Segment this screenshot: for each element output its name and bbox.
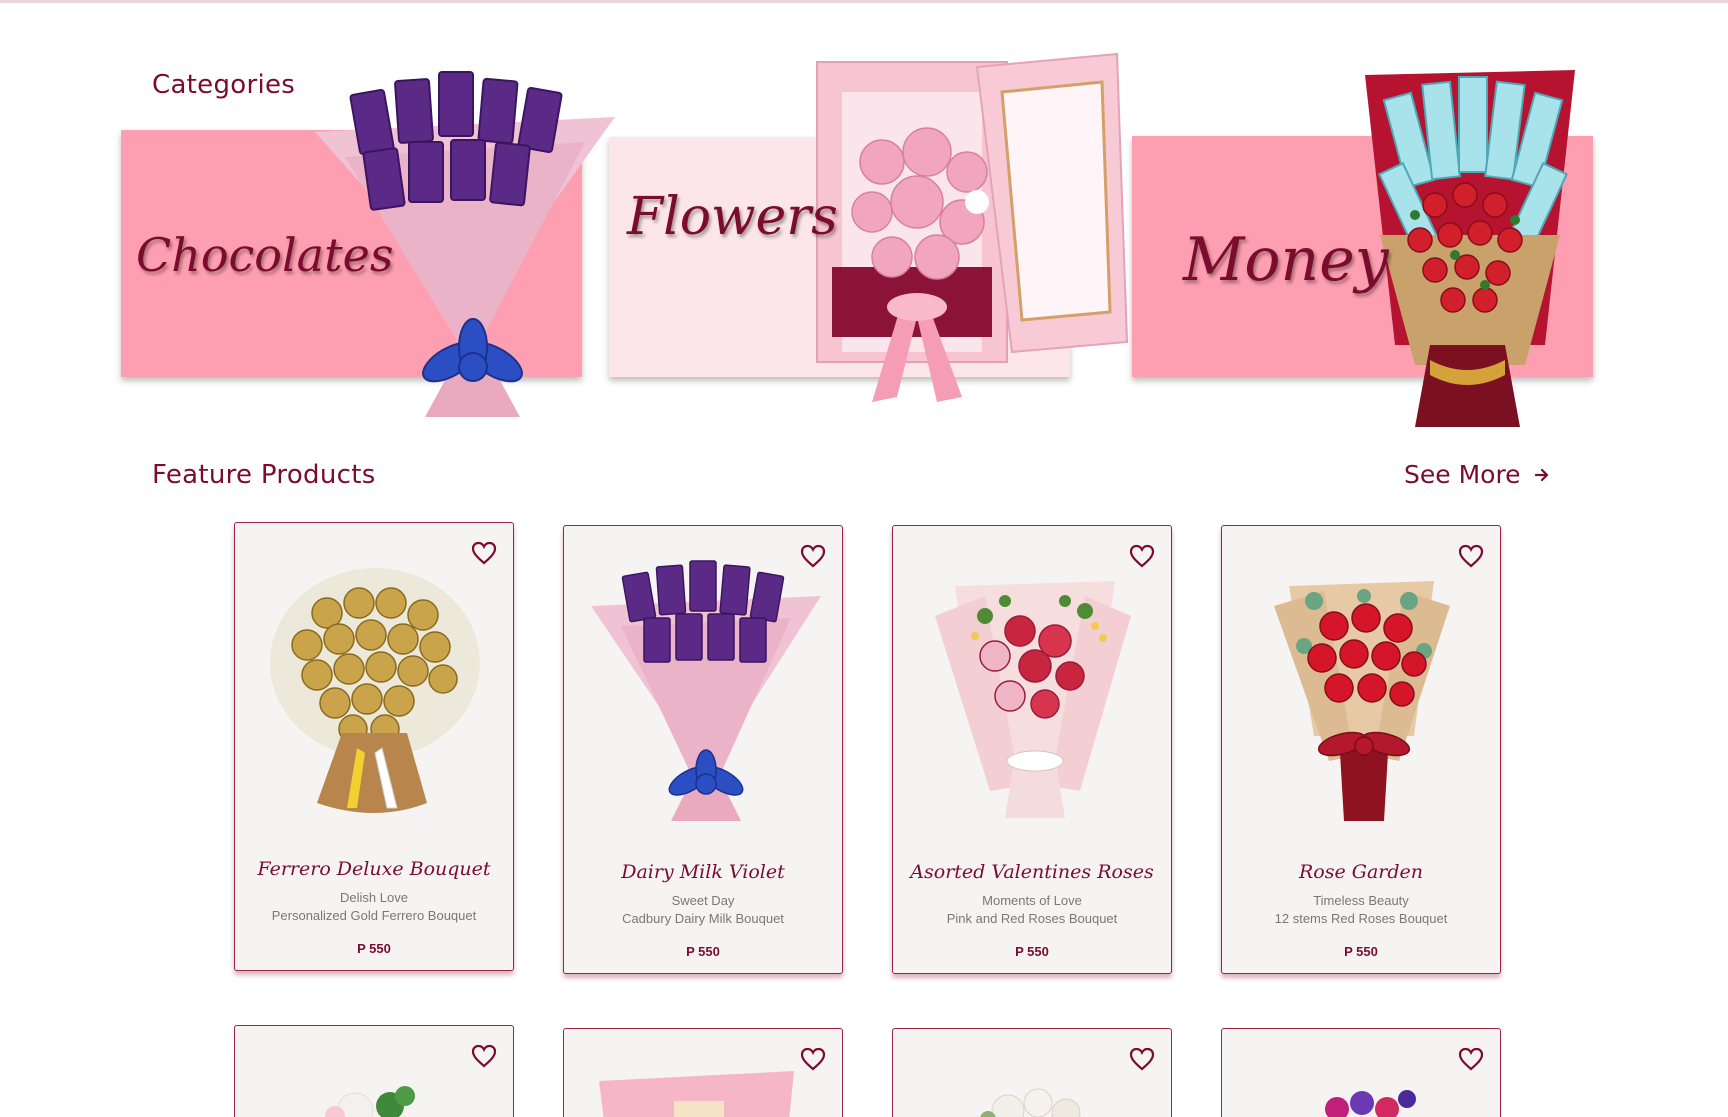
pink-gift-bouquet-icon — [599, 1071, 794, 1117]
rose-bouquet-icon — [935, 581, 1131, 818]
product-card[interactable] — [892, 1028, 1172, 1117]
product-name: Rose Garden — [1298, 861, 1423, 883]
see-more-label: See More — [1404, 460, 1521, 489]
product-price: P 550 — [357, 941, 391, 956]
see-more-link[interactable]: See More — [1404, 460, 1549, 489]
heart-icon[interactable] — [1458, 1047, 1484, 1071]
product-name: Ferrero Deluxe Bouquet — [257, 858, 491, 880]
ferrero-bouquet-icon — [270, 568, 480, 813]
product-subtitle: Moments of Love — [982, 893, 1082, 908]
product-description: 12 stems Red Roses Bouquet — [1274, 911, 1448, 926]
category-label-money: Money — [1183, 225, 1389, 295]
product-card[interactable]: Asorted Valentines Roses Moments of Love… — [892, 525, 1172, 974]
product-description: Cadbury Dairy Milk Bouquet — [622, 911, 784, 926]
arrow-right-icon — [1534, 468, 1548, 481]
heart-icon[interactable] — [1129, 1047, 1155, 1071]
chocolate-bouquet-icon — [591, 560, 821, 821]
product-description: Pink and Red Roses Bouquet — [946, 911, 1118, 926]
purple-flower-bouquet-icon — [1325, 1090, 1416, 1117]
heart-icon[interactable] — [471, 1044, 497, 1068]
money-bouquet-icon — [1365, 70, 1575, 427]
feature-products-heading: Feature Products — [152, 460, 376, 490]
product-price: P 550 — [1015, 944, 1049, 959]
product-name: Dairy Milk Violet — [621, 861, 785, 883]
category-label-chocolates: Chocolates — [136, 228, 394, 282]
white-lily-bouquet-icon — [980, 1088, 1081, 1117]
product-card[interactable] — [234, 1025, 514, 1117]
categories-heading: Categories — [152, 70, 296, 100]
product-subtitle: Sweet Day — [671, 893, 735, 908]
product-subtitle: Timeless Beauty — [1313, 893, 1409, 908]
product-card[interactable]: Ferrero Deluxe Bouquet Delish Love Perso… — [234, 522, 514, 971]
top-divider — [0, 0, 1728, 3]
white-flower-bouquet-icon — [325, 1086, 415, 1117]
product-name: Asorted Valentines Roses — [910, 861, 1154, 883]
category-label-flowers: Flowers — [627, 187, 838, 247]
product-card[interactable]: Rose Garden Timeless Beauty 12 stems Red… — [1221, 525, 1501, 974]
flower-gift-box-icon — [816, 52, 1129, 402]
product-card[interactable]: Dairy Milk Violet Sweet Day Cadbury Dair… — [563, 525, 843, 974]
product-subtitle: Delish Love — [340, 890, 408, 905]
product-card[interactable] — [563, 1028, 843, 1117]
product-card[interactable] — [1221, 1028, 1501, 1117]
product-description: Personalized Gold Ferrero Bouquet — [271, 908, 477, 923]
product-price: P 550 — [686, 944, 720, 959]
red-rose-bouquet-icon — [1274, 581, 1450, 821]
product-price: P 550 — [1344, 944, 1378, 959]
